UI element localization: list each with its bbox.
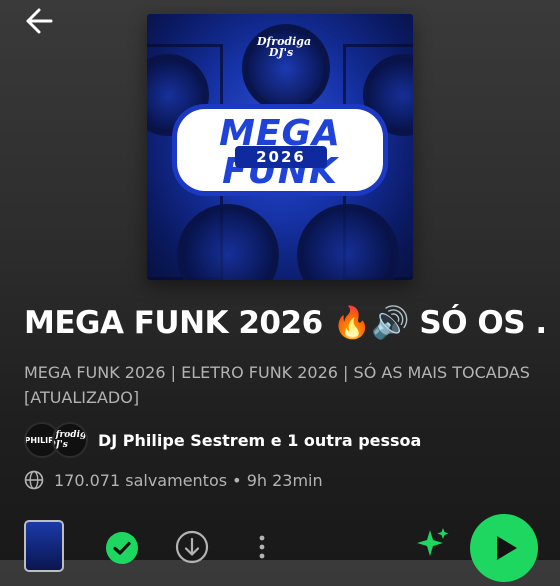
globe-icon [24,470,44,490]
download-button[interactable] [175,530,209,564]
arrow-left-icon [26,8,53,34]
playlist-cover: Dfrodiga DJ's MEGA FUNK 2026 [147,14,413,280]
more-vertical-icon [259,535,265,559]
playlist-owners[interactable]: PHILIPE Dfrodiga DJ's DJ Philipe Sestrem… [24,422,421,458]
cover-badge-year: 2026 [235,146,327,168]
playlist-title: MEGA FUNK 2026 🔥🔊 SÓ OS ... [24,305,544,341]
download-icon [175,530,209,564]
check-circle-icon [113,541,131,555]
saved-button[interactable] [106,532,138,564]
avatar[interactable]: Dfrodiga DJ's [52,422,88,458]
cover-logo: Dfrodiga DJ's [257,35,312,59]
owners-label[interactable]: DJ Philipe Sestrem e 1 outra pessoa [98,431,421,450]
sparkle-icon [417,528,449,556]
back-button[interactable] [22,4,56,38]
playlist-meta: 170.071 salvamentos • 9h 23min [24,470,323,490]
more-options-button[interactable] [256,530,268,564]
play-icon [497,536,517,560]
smart-shuffle-button[interactable] [412,524,452,564]
playlist-description: MEGA FUNK 2026 | ELETRO FUNK 2026 | SÓ A… [24,363,530,407]
saves-and-duration: 170.071 salvamentos • 9h 23min [54,470,323,490]
preview-thumbnail[interactable] [24,520,64,572]
play-button[interactable] [470,514,538,582]
playlist-controls [0,510,560,582]
cover-title-badge: MEGA FUNK 2026 [177,109,383,192]
